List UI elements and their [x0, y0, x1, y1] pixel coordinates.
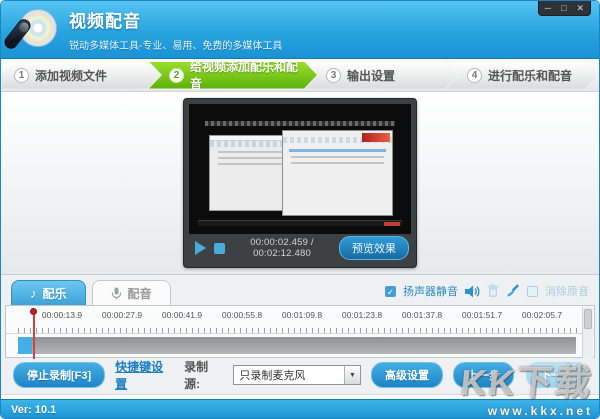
player-controls: 00:00:02.459 / 00:02:12.480 预览效果 [189, 234, 411, 262]
audio-tools: ✓ 扬声器静音 ✓ 消除原音 [385, 283, 589, 299]
timeline-ruler-labels: 00:00:13.900:00:27.900:00:41.900:00:55.8… [6, 306, 594, 320]
video-thumbnail[interactable] [189, 104, 411, 234]
step-3[interactable]: 3 输出设置 [306, 62, 458, 89]
ruler-time-label: 00:01:51.7 [452, 310, 512, 320]
ruler-time-label: 00:01:23.8 [332, 310, 392, 320]
ruler-time-label: 00:01:37.8 [392, 310, 452, 320]
app-window: 视频配音 锐动多媒体工具-专业、易用、免费的多媒体工具 ─ □ ✕ 1 添加视频文… [0, 0, 600, 419]
clean-brush-icon[interactable] [506, 284, 520, 298]
title-bar: 视频配音 锐动多媒体工具-专业、易用、免费的多媒体工具 ─ □ ✕ [1, 1, 599, 59]
video-player-panel: 00:00:02.459 / 00:02:12.480 预览效果 [183, 98, 417, 268]
step-2[interactable]: 2给视频添加配乐和配音 [149, 62, 317, 89]
step-number: 2 [169, 68, 184, 83]
stop-record-button[interactable]: 停止录制[F3] [13, 362, 105, 388]
maximize-icon[interactable]: □ [561, 2, 566, 15]
record-source-label: 录制源: [184, 358, 223, 392]
ruler-time-label: 00:00:13.9 [32, 310, 92, 320]
music-note-icon: ♪ [30, 286, 37, 301]
speaker-mute-checkbox[interactable]: ✓ [385, 286, 396, 297]
speaker-mute-label[interactable]: 扬声器静音 [403, 283, 458, 299]
step-1[interactable]: 1 添加视频文件 [2, 62, 160, 89]
ruler-time-label: 00:00:27.9 [92, 310, 152, 320]
speaker-icon[interactable] [465, 285, 480, 298]
step-label: 进行配乐和配音 [488, 67, 572, 84]
remove-original-checkbox[interactable]: ✓ [527, 286, 538, 297]
next-step-button[interactable]: 下一步 [526, 362, 587, 388]
ruler-ticks [18, 328, 582, 333]
main-area: 00:00:02.459 / 00:02:12.480 预览效果 [1, 92, 599, 274]
version-text: Ver: 10.1 [11, 404, 56, 416]
step-label: 添加视频文件 [35, 67, 107, 84]
record-source-select[interactable]: 只录制麦克风 ▼ [233, 365, 361, 385]
stop-icon[interactable] [214, 243, 225, 254]
audio-track[interactable] [18, 337, 576, 354]
ruler-time-label: 00:01:09.8 [272, 310, 332, 320]
step-label: 输出设置 [347, 67, 395, 84]
window-controls: ─ □ ✕ [538, 1, 591, 16]
step-number: 1 [14, 68, 29, 83]
ruler-time-label: 00:00:55.8 [212, 310, 272, 320]
audio-panel: ♪ 配乐 配音 ✓ 扬声器静音 [1, 274, 599, 394]
timeline-ruler[interactable]: 00:00:13.900:00:27.900:00:41.900:00:55.8… [6, 306, 594, 334]
close-icon[interactable]: ✕ [576, 2, 584, 15]
delete-icon[interactable] [487, 284, 499, 298]
tab-row: ♪ 配乐 配音 ✓ 扬声器静音 [5, 278, 595, 305]
status-bar: Ver: 10.1 [1, 399, 599, 419]
minimize-icon[interactable]: ─ [545, 2, 551, 15]
step-4[interactable]: 4 进行配乐和配音 [447, 62, 598, 89]
microphone-icon [111, 287, 122, 300]
preview-effect-button[interactable]: 预览效果 [339, 236, 409, 260]
tab-music-label: 配乐 [43, 285, 67, 302]
step-label: 给视频添加配乐和配音 [190, 58, 309, 92]
tab-music[interactable]: ♪ 配乐 [11, 280, 86, 305]
hotkey-settings-link[interactable]: 快捷键设置 [115, 358, 174, 392]
timeline-scrollbar[interactable] [582, 307, 593, 358]
play-icon[interactable] [195, 241, 206, 255]
app-subtitle: 锐动多媒体工具-专业、易用、免费的多媒体工具 [69, 37, 282, 52]
record-source-value: 只录制麦克风 [234, 367, 344, 383]
timeline[interactable]: 00:00:13.900:00:27.900:00:41.900:00:55.8… [5, 305, 595, 358]
app-logo-icon [9, 7, 59, 53]
tab-dubbing[interactable]: 配音 [92, 280, 171, 305]
chevron-down-icon: ▼ [344, 366, 360, 384]
ruler-time-label: 00:00:41.9 [152, 310, 212, 320]
app-title: 视频配音 [69, 7, 282, 32]
step-number: 4 [467, 68, 482, 83]
playback-time: 00:00:02.459 / 00:02:12.480 [233, 237, 331, 259]
advanced-settings-button[interactable]: 高级设置 [371, 362, 443, 388]
record-controls: 停止录制[F3] 快捷键设置 录制源: 只录制麦克风 ▼ 高级设置 上一步 下一… [5, 358, 595, 392]
step-number: 3 [326, 68, 341, 83]
ruler-time-label: 00:02:05.7 [512, 310, 572, 320]
tab-dubbing-label: 配音 [128, 285, 152, 302]
playhead[interactable] [30, 308, 38, 358]
step-bar: 1添加视频文件2给视频添加配乐和配音3输出设置4进行配乐和配音 [1, 59, 599, 92]
remove-original-label[interactable]: 消除原音 [545, 283, 589, 299]
prev-step-button[interactable]: 上一步 [453, 362, 514, 388]
